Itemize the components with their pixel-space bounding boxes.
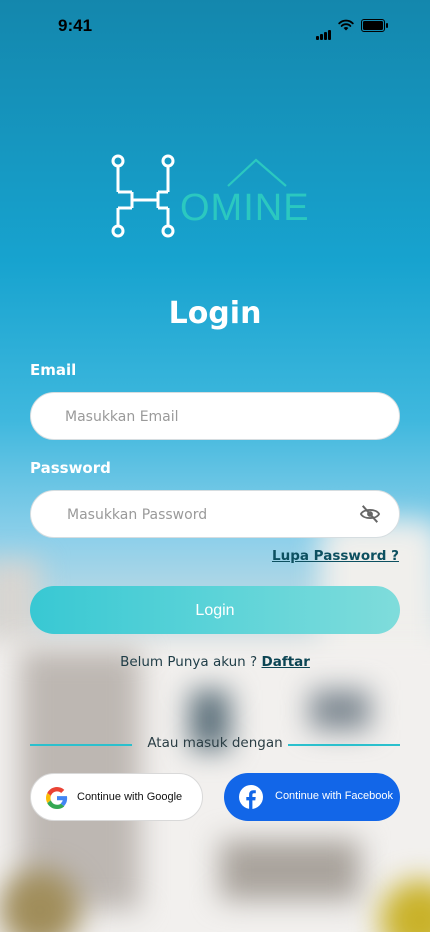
register-prompt-text: Belum Punya akun ? bbox=[120, 654, 258, 670]
login-button[interactable]: Login bbox=[30, 586, 400, 634]
homine-logo: OMINE bbox=[110, 152, 312, 246]
email-field-container[interactable] bbox=[30, 392, 400, 441]
status-time: 9:41 bbox=[58, 16, 93, 35]
eye-off-icon[interactable] bbox=[359, 504, 381, 524]
email-field[interactable] bbox=[63, 393, 367, 441]
email-label: Email bbox=[30, 361, 77, 379]
page-title: Login bbox=[168, 296, 262, 331]
forgot-password-link[interactable]: Lupa Password ? bbox=[272, 548, 399, 564]
password-field[interactable] bbox=[65, 491, 369, 539]
house-roof-icon bbox=[227, 158, 287, 187]
battery-icon bbox=[361, 19, 388, 32]
google-login-button[interactable]: Continue with Google bbox=[30, 773, 203, 821]
register-link[interactable]: Daftar bbox=[262, 654, 310, 670]
wifi-icon bbox=[338, 19, 354, 31]
password-field-container[interactable] bbox=[30, 490, 400, 539]
divider-text: Atau masuk dengan bbox=[147, 735, 283, 751]
status-bar: 9:41 bbox=[0, 0, 430, 52]
password-label: Password bbox=[30, 459, 111, 477]
google-login-label: Continue with Google bbox=[77, 791, 183, 803]
google-icon bbox=[46, 787, 68, 809]
facebook-login-button[interactable]: Continue with Facebook bbox=[224, 773, 400, 821]
logo-text: OMINE bbox=[180, 187, 310, 229]
social-divider: Atau masuk dengan bbox=[30, 734, 400, 754]
facebook-icon bbox=[239, 785, 263, 809]
facebook-login-label: Continue with Facebook bbox=[275, 790, 394, 802]
signal-icon bbox=[316, 21, 332, 40]
register-prompt: Belum Punya akun ? Daftar bbox=[0, 654, 430, 670]
